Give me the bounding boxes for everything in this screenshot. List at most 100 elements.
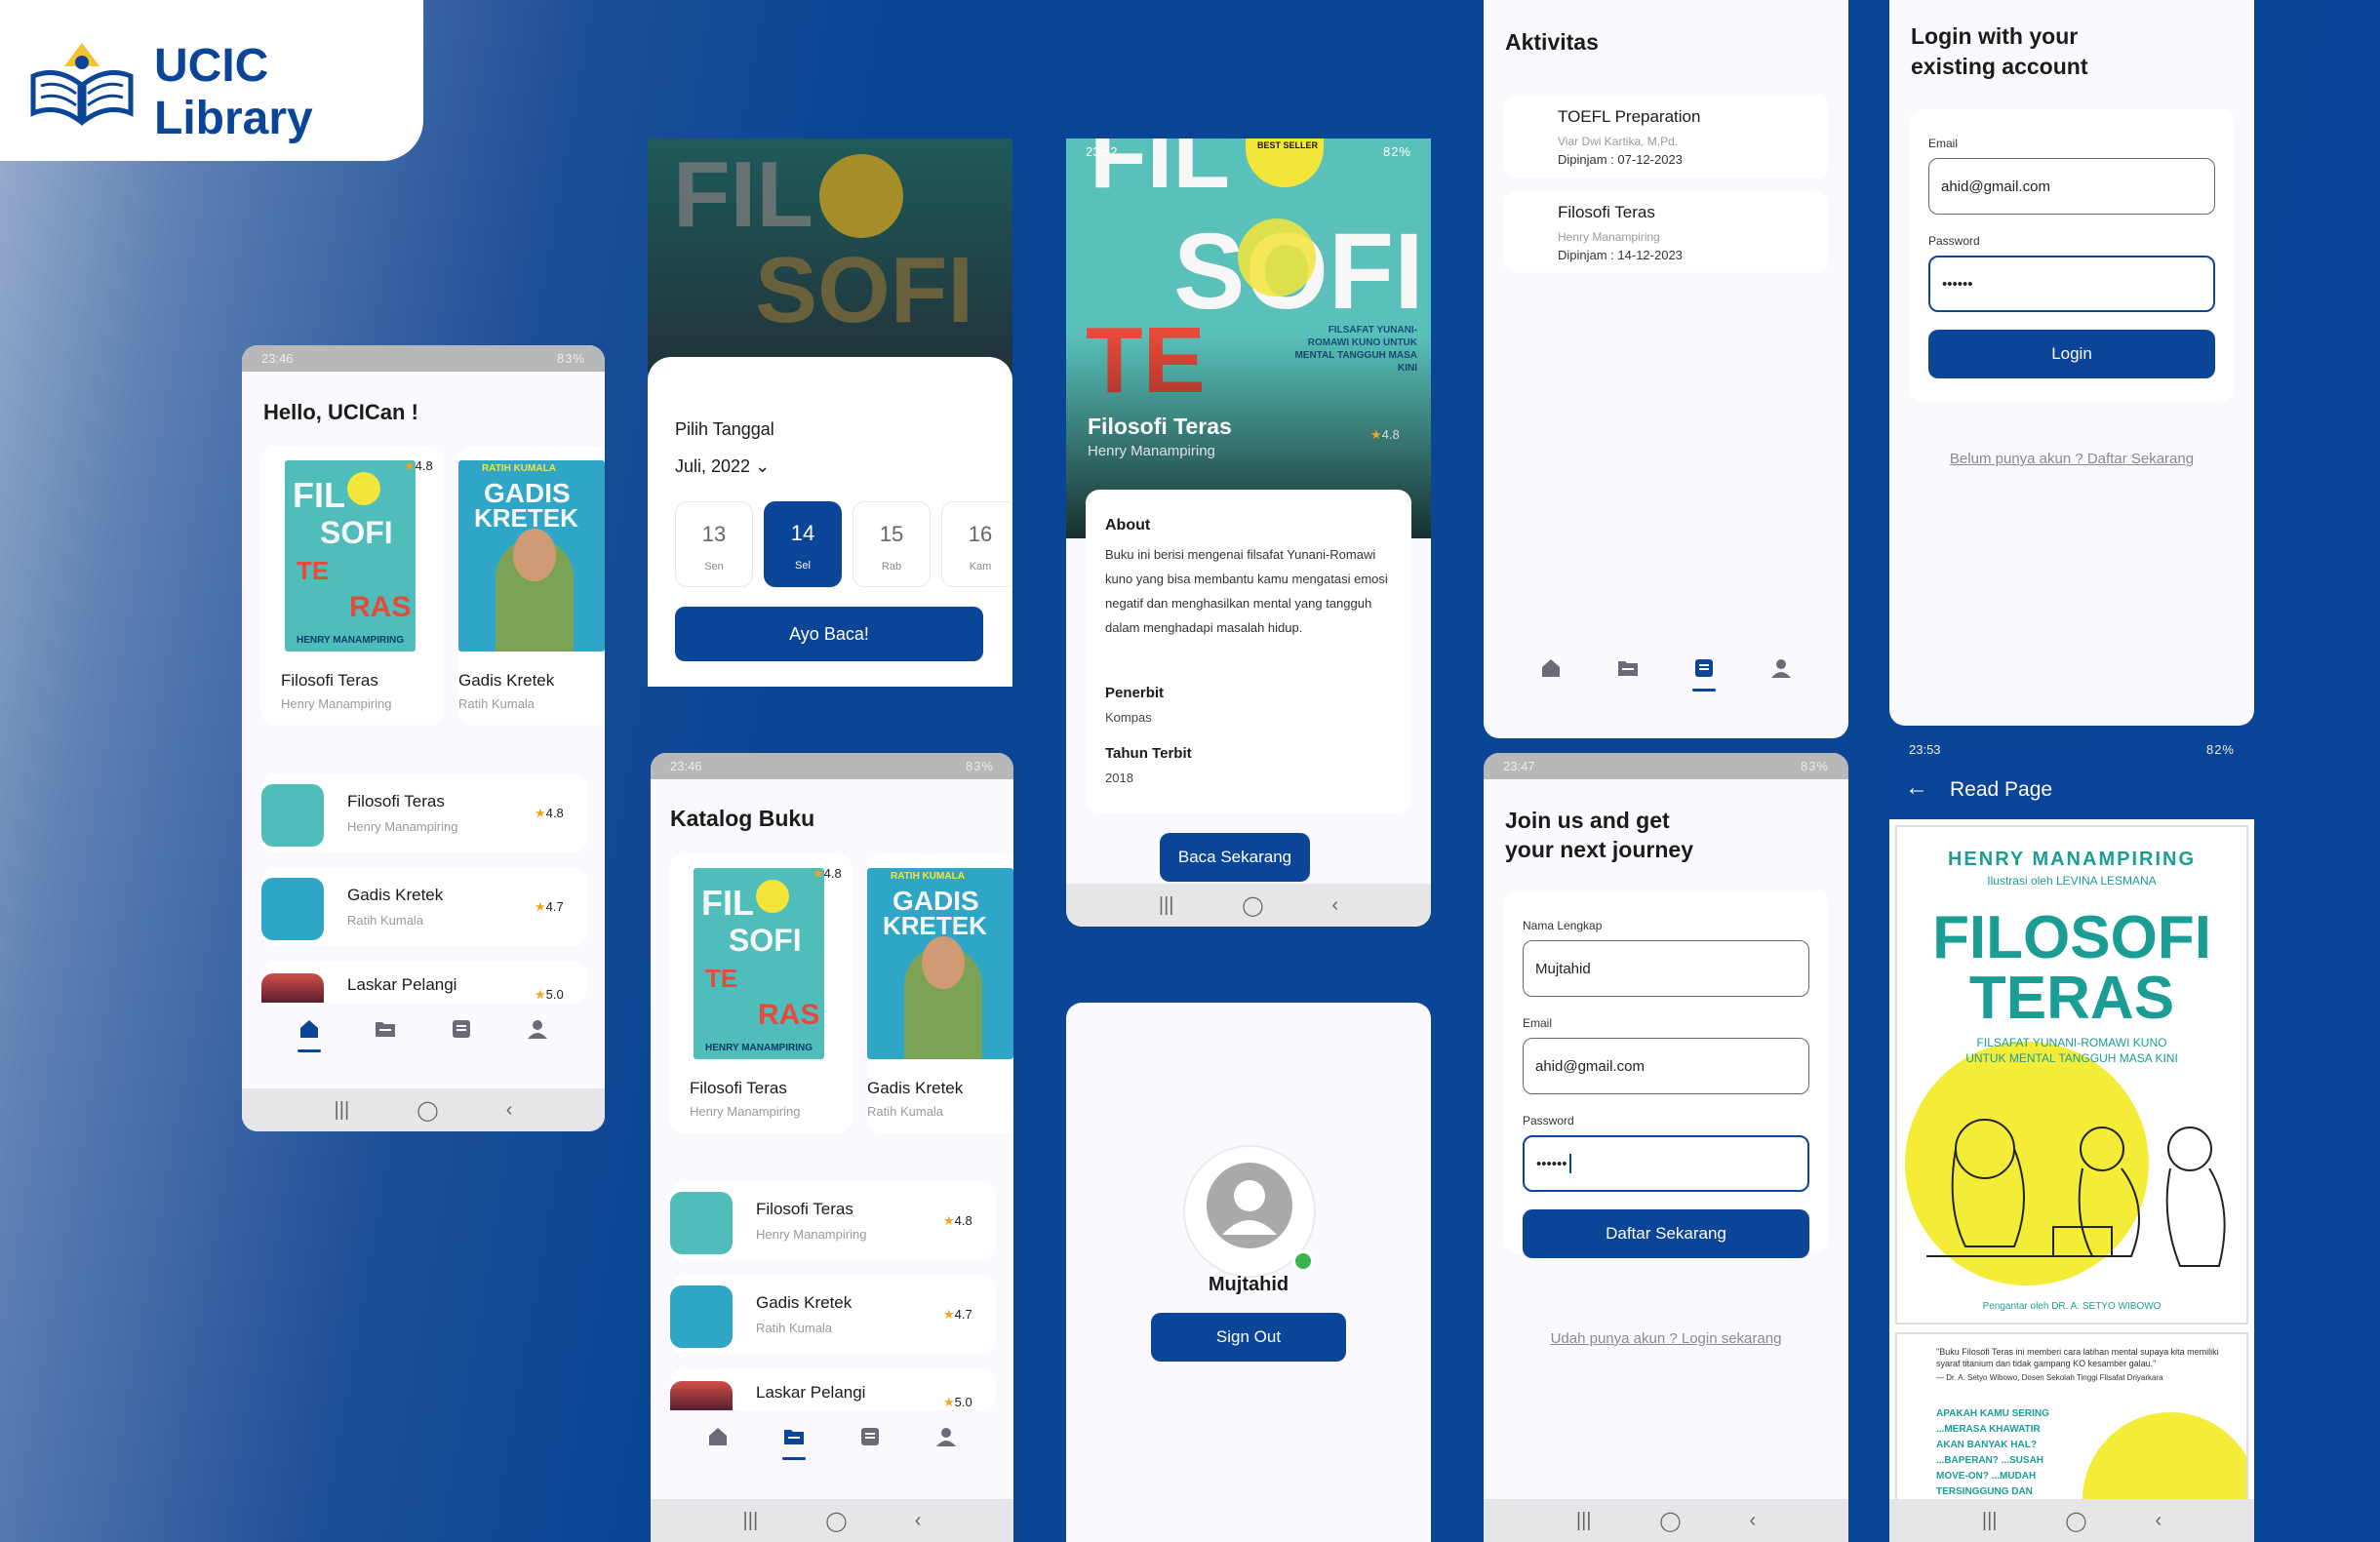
rating-value: 5.0 [545,987,564,1001]
tab-catalog[interactable] [366,1009,405,1048]
activity-item[interactable]: TOEFL Preparation Viar Dwi Kartika, M.Pd… [1503,96,1829,178]
recent-apps-icon[interactable]: ||| [335,1099,350,1122]
day-chip[interactable]: 16 Kam [941,501,1012,587]
back-icon[interactable]: ‹ [1331,894,1338,917]
open-book-crest-icon [30,43,134,126]
back-icon[interactable]: ‹ [2155,1510,2162,1532]
activity-item[interactable]: Filosofi Teras Henry Manampiring Dipinja… [1503,191,1829,273]
page-title-1: FILOSOFI [1932,904,2211,971]
page-author: HENRY MANAMPIRING [1947,849,2196,870]
about-text: Buku ini berisi mengenai filsafat Yunani… [1105,547,1388,635]
day-number: 16 [968,522,993,546]
home-circle-icon[interactable]: ◯ [2065,1509,2086,1533]
book-title: Gadis Kretek [458,671,555,690]
day-chip[interactable]: 15 Rab [853,501,931,587]
day-chip[interactable]: 13 Sen [675,501,753,587]
day-number: 13 [701,522,727,546]
back-arrow-icon[interactable]: ← [1905,774,1928,802]
read-now-button[interactable]: Baca Sekarang [1160,833,1310,882]
password-label: Password [1523,1114,1574,1127]
book-cover: FIL SOFI TE RAS HENRY MANAMPIRING [694,868,824,1059]
tab-profile[interactable] [1762,649,1801,688]
cover-author: RATIH KUMALA [482,463,556,474]
bottom-tab-bar [651,1412,1013,1461]
tab-catalog[interactable] [1608,649,1647,688]
list-item[interactable]: Filosofi Teras Henry Manampiring ★4.8 [261,774,587,852]
star-icon: ★ [535,899,546,914]
recent-apps-icon[interactable]: ||| [1159,894,1174,917]
month-label: Juli, 2022 [675,456,751,476]
login-link[interactable]: Udah punya akun ? Login sekarang [1484,1330,1848,1347]
home-circle-icon[interactable]: ◯ [825,1509,847,1533]
activity-book-title: Filosofi Teras [1558,203,1655,221]
list-item[interactable]: Laskar Pelangi ★5.0 [261,962,587,1003]
tab-home[interactable] [698,1417,737,1456]
tab-catalog[interactable] [774,1417,813,1460]
register-link[interactable]: Belum punya akun ? Daftar Sekarang [1889,451,2254,467]
list-title: Gadis Kretek [756,1293,853,1312]
back-icon[interactable]: ‹ [506,1099,513,1122]
list-thumbnail [261,878,324,940]
folder-icon [1617,661,1638,676]
cover-text: RAS [758,999,820,1031]
tab-home[interactable] [290,1009,329,1052]
tab-activity[interactable] [1685,649,1724,692]
star-icon: ★ [943,1395,955,1408]
back-icon[interactable]: ‹ [915,1510,922,1532]
home-icon [1542,659,1561,677]
rating-value: 4.8 [823,866,842,881]
featured-book-card[interactable]: FIL SOFI TE RAS HENRY MANAMPIRING ★4.8 F… [670,854,852,1133]
list-item[interactable]: Laskar Pelangi ★5.0 [670,1369,996,1410]
tab-profile[interactable] [518,1009,557,1048]
book-page: HENRY MANAMPIRING Ilustrasi oleh LEVINA … [1895,825,2248,1325]
cover-author: HENRY MANAMPIRING [705,1043,813,1053]
home-circle-icon[interactable]: ◯ [1242,893,1263,918]
rating: ★4.8 [813,866,842,882]
recent-apps-icon[interactable]: ||| [1982,1510,1998,1532]
rating-value: 4.8 [1381,427,1400,442]
register-title-line1: Join us and get [1505,808,1670,833]
read-now-button[interactable]: Ayo Baca! [675,607,983,661]
list-item[interactable]: Gadis Kretek Ratih Kumala ★4.7 [670,1276,996,1354]
email-field[interactable]: ahid@gmail.com [1928,158,2215,215]
cover-text: FIL [293,475,345,515]
name-field[interactable]: Mujtahid [1523,940,1809,997]
activity-borrow-date: Dipinjam : 14-12-2023 [1558,248,1683,262]
featured-book-card[interactable]: RATIH KUMALA GADIS KRETEK Gadis Kretek R… [867,854,1013,1133]
book-cover: FIL SOFI TE RAS HENRY MANAMPIRING [285,460,416,652]
list-item[interactable]: Filosofi Teras Henry Manampiring ★4.8 [670,1182,996,1260]
month-dropdown[interactable]: Juli, 2022 ⌄ [675,456,770,477]
email-field[interactable]: ahid@gmail.com [1523,1038,1809,1094]
brand-title-line2: Library [154,93,313,144]
sign-out-button[interactable]: Sign Out [1151,1313,1346,1362]
password-field[interactable]: •••••• [1523,1135,1809,1192]
tab-activity[interactable] [851,1417,890,1456]
tab-profile[interactable] [927,1417,966,1456]
day-chip-selected[interactable]: 14 Sel [764,501,842,587]
password-field[interactable]: •••••• [1928,256,2215,312]
tab-activity[interactable] [442,1009,481,1048]
home-circle-icon[interactable]: ◯ [1659,1509,1681,1533]
register-title-line2: your next journey [1505,837,1693,862]
home-circle-icon[interactable]: ◯ [416,1098,438,1123]
picker-title: Pilih Tanggal [675,419,774,439]
system-nav-bar: ||| ◯ ‹ [651,1499,1013,1542]
login-screen: Login with your existing account Email a… [1889,0,2254,726]
status-bar: 23:53 82% [1889,737,2254,761]
tab-home[interactable] [1531,649,1570,688]
featured-book-card[interactable]: FIL SOFI TE RAS HENRY MANAMPIRING ★4.8 F… [261,447,443,726]
register-screen: 23:47 83% Join us and get your next journ… [1484,753,1848,1542]
document-icon [453,1020,470,1038]
day-label: Sen [704,561,724,573]
home-screen: 23:46 83% Hello, UCICan ! FIL SOFI TE RAS… [242,345,605,1131]
back-icon[interactable]: ‹ [1749,1510,1756,1532]
recent-apps-icon[interactable]: ||| [743,1510,759,1532]
day-label: Rab [881,561,902,573]
featured-book-card[interactable]: RATIH KUMALA GADIS KRETEK Gadis Kretek R… [458,447,605,726]
activity-book-author: Viar Dwi Kartika, M.Pd. [1558,135,1679,148]
star-icon: ★ [943,1213,955,1228]
list-item[interactable]: Gadis Kretek Ratih Kumala ★4.7 [261,868,587,946]
login-button[interactable]: Login [1928,330,2215,378]
recent-apps-icon[interactable]: ||| [1576,1510,1592,1532]
register-button[interactable]: Daftar Sekarang [1523,1209,1809,1258]
